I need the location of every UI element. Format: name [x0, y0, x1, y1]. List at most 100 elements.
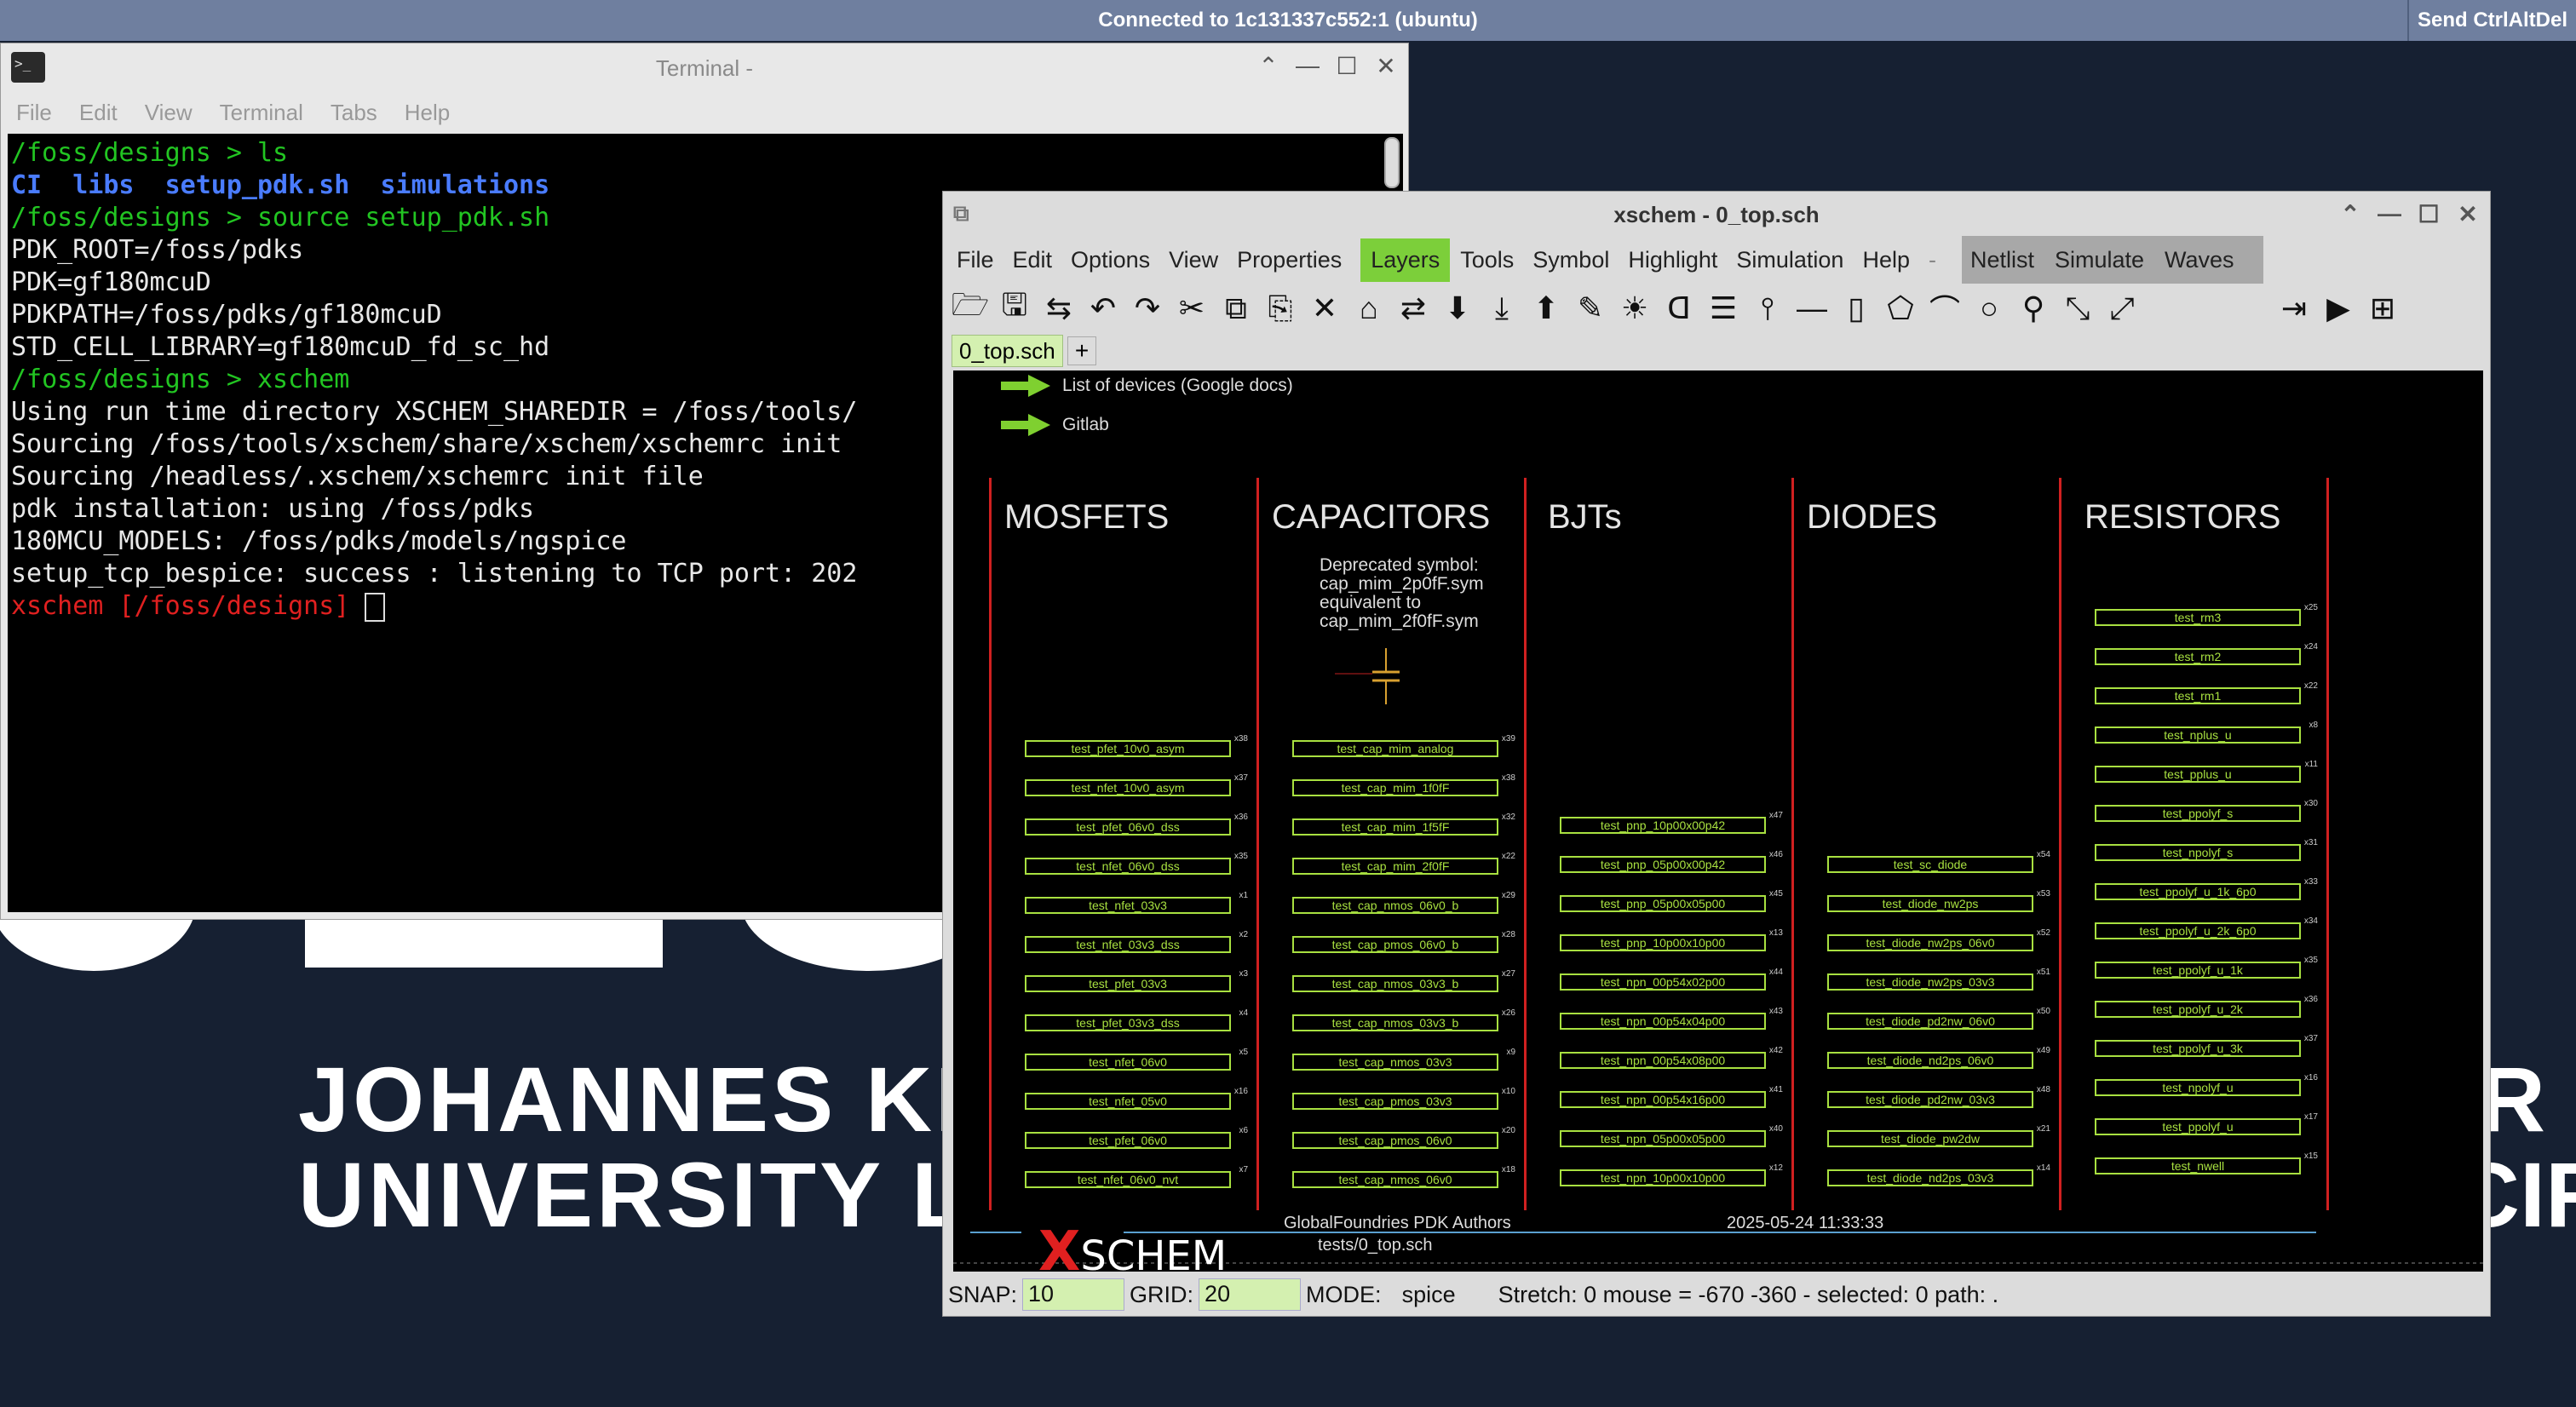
instance-diode-box[interactable]: test_diode_pw2dw x21 — [1827, 1124, 2050, 1147]
reload-icon[interactable]: ⇆ — [1037, 290, 1081, 326]
menu-tabs[interactable]: Tabs — [331, 100, 377, 126]
pin-icon[interactable]: ⫯ — [1745, 290, 1790, 327]
new-tab-button[interactable]: + — [1067, 336, 1096, 365]
tab-0-top[interactable]: 0_top.sch — [952, 335, 1063, 367]
instance-diode-box[interactable]: test_diode_nd2ps_06v0 x49 — [1827, 1046, 2050, 1069]
instance-bjt-box[interactable]: test_npn_00p54x16p00 x41 — [1560, 1085, 1783, 1108]
minimize-icon[interactable]: — — [1294, 52, 1321, 80]
expand-icon[interactable]: ⤢ — [2100, 290, 2144, 327]
copy-icon[interactable]: ⧉ — [1214, 290, 1258, 327]
paste-icon[interactable]: ⎘ — [1258, 290, 1302, 327]
terminal-titlebar[interactable]: >_ Terminal - ⌃ — ☐ ✕ — [1, 43, 1408, 91]
instance-bjt-box[interactable]: test_npn_00p54x04p00 x43 — [1560, 1007, 1783, 1030]
instance-mosfet-box[interactable]: test_pfet_06v0_dss x36 — [1025, 813, 1248, 836]
instance-resistor-box[interactable]: test_rm1 x22 — [2095, 681, 2318, 704]
zoom-icon[interactable]: ⚲ — [2011, 290, 2056, 326]
wire-icon[interactable]: — — [1790, 290, 1834, 326]
push-down-icon[interactable]: ⬇ — [1435, 290, 1480, 326]
capacitor-symbol[interactable] — [1301, 648, 1471, 708]
instance-bjt-box[interactable]: test_npn_10p00x10p00 x12 — [1560, 1163, 1783, 1186]
maximize-up-icon[interactable]: ⌃ — [1255, 52, 1282, 80]
instance-capacitor-box[interactable]: test_cap_mim_2f0fF x22 — [1292, 852, 1515, 875]
instance-bjt-box[interactable]: test_pnp_10p00x10p00 x13 — [1560, 928, 1783, 951]
instance-resistor-box[interactable]: test_ppolyf_u_2k x36 — [2095, 995, 2318, 1018]
xschem-window[interactable]: ⧉ xschem - 0_top.sch ⌃ — ☐ ✕ File Edit O… — [942, 191, 2491, 1317]
instance-resistor-box[interactable]: test_ppolyf_s x30 — [2095, 799, 2318, 822]
menu-layers[interactable]: Layers — [1360, 238, 1451, 282]
instance-mosfet-box[interactable]: test_nfet_03v3 x1 — [1025, 891, 1248, 914]
terminal-scrollbar[interactable] — [1384, 137, 1400, 188]
instance-capacitor-box[interactable]: test_cap_pmos_06v0 x20 — [1292, 1126, 1515, 1149]
instance-diode-box[interactable]: test_diode_nw2ps_06v0 x52 — [1827, 928, 2050, 951]
instance-diode-box[interactable]: test_diode_nd2ps_03v3 x14 — [1827, 1163, 2050, 1186]
instance-mosfet-box[interactable]: test_nfet_10v0_asym x37 — [1025, 773, 1248, 796]
instance-bjt-box[interactable]: test_pnp_05p00x05p00 x45 — [1560, 889, 1783, 912]
instance-diode-box[interactable]: test_sc_diode x54 — [1827, 850, 2050, 873]
instance-bjt-box[interactable]: test_npn_00p54x08p00 x42 — [1560, 1046, 1783, 1069]
save-icon[interactable]: 🖫 — [992, 283, 1037, 335]
schematic-canvas[interactable]: List of devices (Google docs) Gitlab MOS… — [953, 370, 2483, 1272]
instance-bjt-box[interactable]: test_npn_00p54x02p00 x44 — [1560, 968, 1783, 991]
home-icon[interactable]: ⌂ — [1347, 290, 1391, 326]
instance-capacitor-box[interactable]: test_cap_mim_analog x39 — [1292, 734, 1515, 757]
instance-mosfet-box[interactable]: test_nfet_06v0_nvt x7 — [1025, 1165, 1248, 1188]
instance-resistor-box[interactable]: test_rm2 x24 — [2095, 642, 2318, 665]
arc-icon[interactable]: ⌒ — [1923, 286, 1967, 330]
menu-edit[interactable]: Edit — [1013, 247, 1053, 273]
undo-icon[interactable]: ↶ — [1081, 290, 1125, 326]
instance-resistor-box[interactable]: test_nplus_u x8 — [2095, 721, 2318, 744]
instance-capacitor-box[interactable]: test_cap_nmos_06v0_b x29 — [1292, 891, 1515, 914]
waves-button[interactable]: Waves — [2165, 247, 2234, 273]
send-ctrl-alt-del-button[interactable]: Send CtrlAltDel — [2407, 0, 2576, 41]
menu-help[interactable]: Help — [1862, 247, 1910, 273]
redo-icon[interactable]: ↷ — [1125, 290, 1170, 326]
instance-capacitor-box[interactable]: test_cap_nmos_03v3_b x26 — [1292, 1008, 1515, 1031]
grid-field[interactable]: 20 — [1199, 1278, 1302, 1311]
menu-file[interactable]: File — [957, 247, 994, 273]
descend-icon[interactable]: ⤓ — [1480, 290, 1524, 327]
instance-resistor-box[interactable]: test_npolyf_s x31 — [2095, 838, 2318, 861]
menu-highlight[interactable]: Highlight — [1628, 247, 1717, 273]
pen-icon[interactable]: ✎ — [1568, 290, 1613, 326]
maximize-icon[interactable]: ☐ — [1333, 52, 1360, 80]
menu-terminal[interactable]: Terminal — [220, 100, 303, 126]
instance-resistor-box[interactable]: test_ppolyf_u_3k x37 — [2095, 1034, 2318, 1057]
xschem-titlebar[interactable]: ⧉ xschem - 0_top.sch ⌃ — ☐ ✕ — [943, 192, 2490, 236]
instance-mosfet-box[interactable]: test_pfet_06v0 x6 — [1025, 1126, 1248, 1149]
instance-mosfet-box[interactable]: test_pfet_10v0_asym x38 — [1025, 734, 1248, 757]
menu-edit[interactable]: Edit — [79, 100, 118, 126]
instance-resistor-box[interactable]: test_rm3 x25 — [2095, 603, 2318, 626]
maximize-icon[interactable]: ☐ — [2415, 200, 2442, 228]
menu-tools[interactable]: Tools — [1460, 247, 1514, 273]
instance-resistor-box[interactable]: test_ppolyf_u_1k_6p0 x33 — [2095, 877, 2318, 900]
instance-diode-box[interactable]: test_diode_pd2nw_06v0 x50 — [1827, 1007, 2050, 1030]
instance-mosfet-box[interactable]: test_pfet_03v3 x3 — [1025, 969, 1248, 992]
link-gitlab[interactable]: Gitlab — [1001, 414, 1109, 436]
circle-icon[interactable]: ○ — [1967, 290, 2011, 326]
instance-resistor-box[interactable]: test_ppolyf_u_2k_6p0 x34 — [2095, 916, 2318, 939]
instance-capacitor-box[interactable]: test_cap_mim_1f5fF x32 — [1292, 813, 1515, 836]
instance-diode-box[interactable]: test_diode_pd2nw_03v3 x48 — [1827, 1085, 2050, 1108]
minimize-icon[interactable]: — — [2376, 200, 2403, 228]
close-icon[interactable]: ✕ — [2454, 200, 2481, 228]
menu-file[interactable]: File — [16, 100, 52, 126]
cut-icon[interactable]: ✂ — [1170, 290, 1214, 326]
menu-properties[interactable]: Properties — [1237, 247, 1342, 273]
maximize-up-icon[interactable]: ⌃ — [2337, 200, 2364, 228]
swap-icon[interactable]: ⇄ — [1391, 290, 1435, 326]
instance-capacitor-box[interactable]: test_cap_pmos_06v0_b x28 — [1292, 930, 1515, 953]
instance-resistor-box[interactable]: test_pplus_u x11 — [2095, 760, 2318, 783]
instance-capacitor-box[interactable]: test_cap_nmos_03v3_b x27 — [1292, 969, 1515, 992]
instance-mosfet-box[interactable]: test_nfet_06v0 x5 — [1025, 1048, 1248, 1071]
menu-simulation[interactable]: Simulation — [1736, 247, 1843, 273]
instance-bjt-box[interactable]: test_pnp_10p00x00p42 x47 — [1560, 811, 1783, 834]
instance-resistor-box[interactable]: test_npolyf_u x16 — [2095, 1073, 2318, 1096]
instance-capacitor-box[interactable]: test_cap_pmos_03v3 x10 — [1292, 1087, 1515, 1110]
instance-resistor-box[interactable]: test_ppolyf_u x17 — [2095, 1112, 2318, 1135]
menu-options[interactable]: Options — [1071, 247, 1150, 273]
snap-field[interactable]: 10 — [1022, 1278, 1125, 1311]
menu-view[interactable]: View — [145, 100, 193, 126]
go-up-icon[interactable]: ⬆ — [1524, 290, 1568, 326]
netlist-button[interactable]: Netlist — [1970, 247, 2034, 273]
simulate-button[interactable]: Simulate — [2055, 247, 2144, 273]
